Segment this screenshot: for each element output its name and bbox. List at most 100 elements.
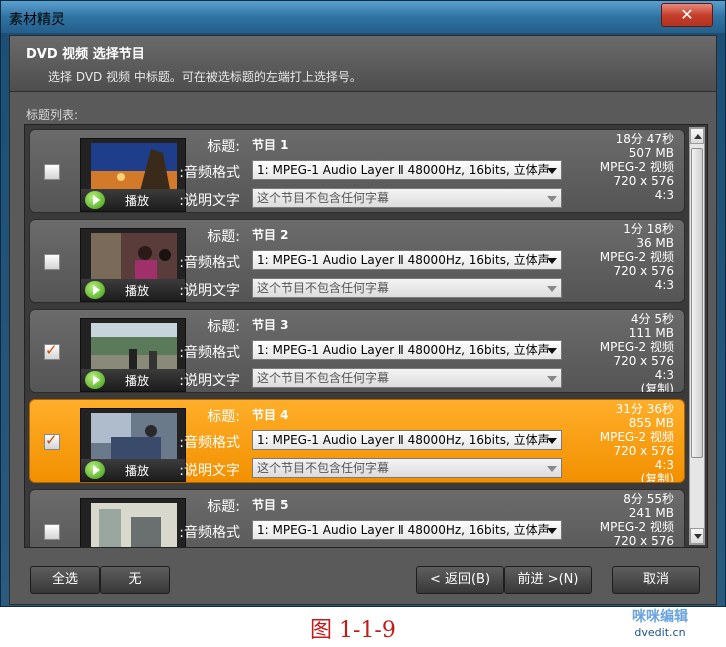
subtitle-select[interactable]: 这个节目不包含任何字幕 [252, 278, 562, 298]
video-format: MPEG-2 视频 [599, 160, 674, 174]
audio-format-value: 1: MPEG-1 Audio Layer Ⅱ 48000Hz, 16bits,… [257, 163, 550, 177]
list-item-title-1[interactable]: 播放 标题: 节目 1 音频格式: 1: MPEG-1 Audio Layer … [29, 129, 685, 213]
file-size: 111 MB [628, 326, 674, 340]
play-icon [85, 191, 105, 209]
file-size: 507 MB [628, 146, 674, 160]
file-size: 36 MB [636, 236, 674, 250]
subtitle-select[interactable]: 这个节目不包含任何字幕 [252, 368, 562, 388]
subtitle-value: 这个节目不包含任何字幕 [257, 371, 390, 385]
select-none-button[interactable]: 无 [100, 566, 170, 594]
audio-format-label: 音频格式: [179, 525, 240, 541]
thumbnail-image [91, 323, 177, 375]
duration: 8分 55秒 [623, 492, 674, 506]
video-format: MPEG-2 视频 [599, 430, 674, 444]
scroll-thumb[interactable] [691, 148, 703, 458]
select-checkbox[interactable] [44, 164, 60, 180]
aspect-ratio: 4:3 [654, 368, 674, 382]
select-checkbox[interactable]: ✓ [44, 341, 60, 360]
back-button[interactable]: < 返回(B) [416, 566, 504, 594]
play-label: 播放 [125, 374, 150, 388]
copy-note: (复制) [640, 472, 674, 483]
chevron-down-icon [547, 438, 557, 444]
subtitle-select[interactable]: 这个节目不包含任何字幕 [252, 458, 562, 478]
copy-note: (复制) [640, 382, 674, 393]
video-format: MPEG-2 视频 [599, 520, 674, 534]
audio-format-select[interactable]: 1: MPEG-1 Audio Layer Ⅱ 48000Hz, 16bits,… [252, 340, 562, 360]
audio-format-label: 音频格式: [179, 345, 240, 361]
next-button[interactable]: 前进 >(N) [504, 566, 592, 594]
subtitle-value: 这个节目不包含任何字幕 [257, 461, 390, 475]
list-item-title-3[interactable]: ✓ 播放 标题: 节目 3 音频格式: 1: MPEG-1 Audio Laye… [29, 309, 685, 393]
select-checkbox[interactable]: ✓ [44, 431, 60, 450]
duration: 1分 18秒 [623, 222, 674, 236]
title-info: 18分 47秒 507 MB MPEG-2 视频 720 x 576 4:3 [564, 132, 674, 202]
duration: 4分 5秒 [630, 312, 674, 326]
select-checkbox[interactable] [44, 524, 60, 540]
subtitle-label: 说明文字: [179, 463, 240, 479]
window-title: 素材精灵 [9, 12, 65, 28]
aspect-ratio: 4:3 [654, 188, 674, 202]
video-format: MPEG-2 视频 [599, 340, 674, 354]
title-info: 1分 18秒 36 MB MPEG-2 视频 720 x 576 4:3 [564, 222, 674, 292]
dialog-heading: DVD 视频 选择节目 [26, 47, 145, 62]
subtitle-select[interactable]: 这个节目不包含任何字幕 [252, 188, 562, 208]
audio-format-select[interactable]: 1: MPEG-1 Audio Layer Ⅱ 48000Hz, 16bits,… [252, 160, 562, 180]
arrow-up-icon [694, 134, 702, 139]
arrow-down-icon [694, 534, 702, 539]
watermark: 咪咪编辑 dvedit.cn [600, 606, 720, 640]
audio-format-value: 1: MPEG-1 Audio Layer Ⅱ 48000Hz, 16bits,… [257, 433, 550, 447]
chevron-down-icon [547, 466, 557, 472]
video-format: MPEG-2 视频 [599, 250, 674, 264]
audio-format-value: 1: MPEG-1 Audio Layer Ⅱ 48000Hz, 16bits,… [257, 253, 550, 267]
audio-format-select[interactable]: 1: MPEG-1 Audio Layer Ⅱ 48000Hz, 16bits,… [252, 430, 562, 450]
play-icon [85, 281, 105, 299]
chevron-down-icon [547, 528, 557, 534]
file-size: 855 MB [628, 416, 674, 430]
title-name: 节目 2 [252, 228, 289, 242]
play-label: 播放 [125, 464, 150, 478]
thumbnail-image [91, 413, 177, 465]
thumbnail-image [91, 503, 177, 547]
thumbnail-image [91, 143, 177, 195]
audio-format-value: 1: MPEG-1 Audio Layer Ⅱ 48000Hz, 16bits,… [257, 343, 550, 357]
aspect-ratio: 4:3 [654, 278, 674, 292]
chevron-down-icon [547, 258, 557, 264]
dialog-body: DVD 视频 选择节目 选择 DVD 视频 中标题。可在被选标题的左端打上选择号… [9, 35, 717, 605]
title-label: 标题: [207, 409, 240, 425]
audio-format-value: 1: MPEG-1 Audio Layer Ⅱ 48000Hz, 16bits,… [257, 523, 550, 537]
scroll-down-button[interactable] [690, 528, 704, 544]
resolution: 720 x 576 [613, 444, 674, 458]
duration: 18分 47秒 [615, 132, 674, 146]
subtitle-label: 说明文字: [179, 193, 240, 209]
select-all-button[interactable]: 全选 [30, 566, 100, 594]
list-item-title-5[interactable]: 播放 标题: 节目 5 音频格式: 1: MPEG-1 Audio Layer … [29, 489, 685, 547]
scroll-up-button[interactable] [690, 128, 704, 144]
list-item-title-2[interactable]: 播放 标题: 节目 2 音频格式: 1: MPEG-1 Audio Layer … [29, 219, 685, 303]
subtitle-label: 说明文字: [179, 373, 240, 389]
watermark-logo-text: 咪咪编辑 [632, 609, 688, 625]
list-item-title-4[interactable]: ✓ 播放 标题: 节目 4 音频格式: 1: MPEG-1 Audio Laye… [29, 399, 685, 483]
close-button[interactable]: ✕ [661, 3, 713, 27]
resolution: 720 x 576 [613, 264, 674, 278]
select-checkbox[interactable] [44, 254, 60, 270]
title-list[interactable]: 播放 标题: 节目 1 音频格式: 1: MPEG-1 Audio Layer … [24, 124, 708, 548]
play-icon [85, 371, 105, 389]
title-name: 节目 3 [252, 318, 289, 332]
chevron-down-icon [547, 286, 557, 292]
subtitle-value: 这个节目不包含任何字幕 [257, 191, 390, 205]
play-label: 播放 [125, 284, 150, 298]
audio-format-select[interactable]: 1: MPEG-1 Audio Layer Ⅱ 48000Hz, 16bits,… [252, 520, 562, 540]
chevron-down-icon [547, 196, 557, 202]
app-window: 素材精灵 ✕ DVD 视频 选择节目 选择 DVD 视频 中标题。可在被选标题的… [0, 0, 726, 607]
file-size: 241 MB [628, 506, 674, 520]
title-info: 8分 55秒 241 MB MPEG-2 视频 720 x 576 [564, 492, 674, 547]
cancel-button[interactable]: 取消 [612, 566, 700, 594]
audio-format-select[interactable]: 1: MPEG-1 Audio Layer Ⅱ 48000Hz, 16bits,… [252, 250, 562, 270]
subtitle-value: 这个节目不包含任何字幕 [257, 281, 390, 295]
title-name: 节目 1 [252, 138, 289, 152]
vertical-scrollbar[interactable] [689, 127, 705, 545]
header-panel: DVD 视频 选择节目 选择 DVD 视频 中标题。可在被选标题的左端打上选择号… [10, 36, 716, 92]
play-label: 播放 [125, 194, 150, 208]
title-bar[interactable]: 素材精灵 ✕ [1, 1, 725, 33]
chevron-down-icon [547, 348, 557, 354]
